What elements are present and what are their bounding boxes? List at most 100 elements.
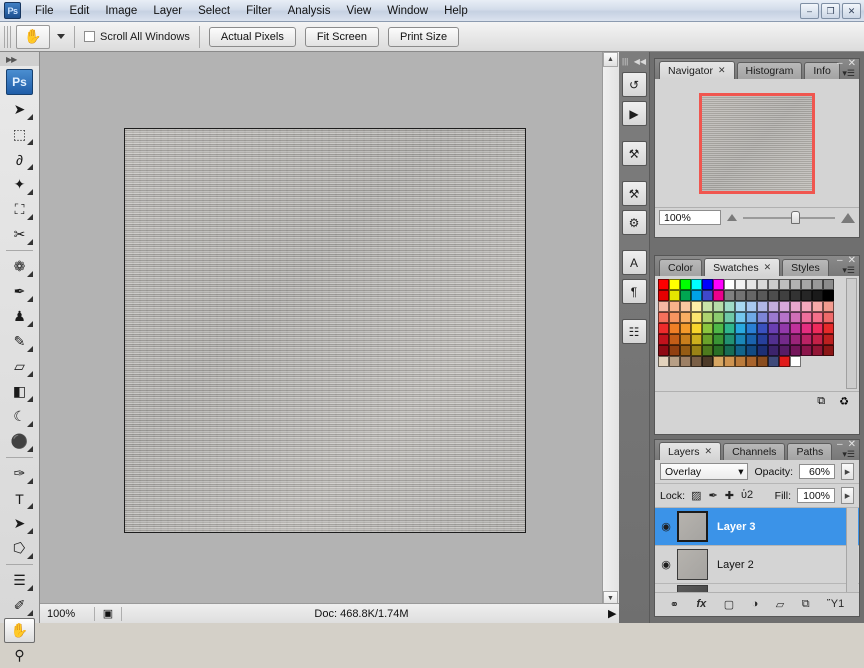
toolbox-collapse-header[interactable]: ▶▶	[0, 52, 39, 66]
swatch-cell[interactable]	[669, 356, 680, 367]
print-size-button[interactable]: Print Size	[387, 26, 460, 47]
swatch-cell[interactable]	[801, 290, 812, 301]
swatch-cell[interactable]	[724, 323, 735, 334]
swatch-cell[interactable]	[735, 356, 746, 367]
layers-tab-layers[interactable]: Layers ✕	[659, 442, 722, 460]
layer-row[interactable]: ◉ Layer 3	[655, 508, 859, 546]
adjustment-layer-button[interactable]: ◑	[752, 598, 759, 610]
swatch-cell[interactable]	[801, 301, 812, 312]
submenu-triangle-icon[interactable]	[27, 114, 33, 120]
swatch-cell[interactable]	[746, 334, 757, 345]
swatches-tab-swatches[interactable]: Swatches ✕	[704, 258, 781, 276]
swatch-cell[interactable]	[735, 323, 746, 334]
swatch-cell[interactable]	[724, 312, 735, 323]
healing-brush-tool[interactable]: ❁	[4, 254, 35, 279]
swatch-cell[interactable]	[812, 301, 823, 312]
swatch-cell[interactable]	[757, 323, 768, 334]
zoom-out-icon[interactable]	[727, 214, 737, 221]
submenu-triangle-icon[interactable]	[27, 239, 33, 245]
swatch-cell[interactable]	[801, 323, 812, 334]
swatch-cell[interactable]	[680, 279, 691, 290]
swatch-cell[interactable]	[746, 279, 757, 290]
fill-input[interactable]: 100%	[797, 488, 835, 503]
eraser-tool[interactable]: ▱	[4, 354, 35, 379]
checkbox-box[interactable]	[84, 31, 95, 42]
swatches-panel-menu-icon[interactable]: ▾☰	[842, 265, 855, 276]
swatch-cell[interactable]	[680, 312, 691, 323]
menu-select[interactable]: Select	[190, 2, 238, 20]
swatch-cell[interactable]	[691, 279, 702, 290]
navigator-zoom-slider[interactable]	[743, 210, 835, 224]
clone-stamp-tool[interactable]: ♟	[4, 304, 35, 329]
close-tab-icon[interactable]: ✕	[764, 262, 772, 273]
status-zoom-level[interactable]: 100%	[40, 604, 94, 623]
swatch-cell[interactable]	[790, 334, 801, 345]
swatch-cell[interactable]	[757, 312, 768, 323]
swatch-cell[interactable]	[702, 323, 713, 334]
swatch-cell[interactable]	[713, 301, 724, 312]
submenu-triangle-icon[interactable]	[27, 371, 33, 377]
swatch-cell[interactable]	[823, 290, 834, 301]
slice-tool[interactable]: ✂	[4, 222, 35, 247]
swatch-cell[interactable]	[768, 356, 779, 367]
swatch-cell[interactable]	[702, 290, 713, 301]
swatch-cell[interactable]	[713, 334, 724, 345]
menu-filter[interactable]: Filter	[238, 2, 280, 20]
notes-tool[interactable]: ☰	[4, 568, 35, 593]
lock-position-icon[interactable]: ✚	[725, 489, 734, 502]
expand-panels-icon[interactable]: ◀◀	[634, 57, 646, 66]
swatch-cell[interactable]	[669, 334, 680, 345]
swatch-cell[interactable]	[801, 312, 812, 323]
swatch-cell[interactable]	[779, 345, 790, 356]
swatch-cell[interactable]	[790, 323, 801, 334]
swatch-cell[interactable]	[779, 356, 790, 367]
swatch-cell[interactable]	[790, 279, 801, 290]
swatch-cell[interactable]	[768, 323, 779, 334]
submenu-triangle-icon[interactable]	[27, 396, 33, 402]
swatch-cell[interactable]	[746, 323, 757, 334]
menu-analysis[interactable]: Analysis	[280, 2, 339, 20]
submenu-triangle-icon[interactable]	[27, 585, 33, 591]
swatch-cell[interactable]	[757, 279, 768, 290]
swatches-tab-styles[interactable]: Styles	[782, 259, 829, 276]
swatch-cell[interactable]	[768, 334, 779, 345]
gradient-tool[interactable]: ◧	[4, 379, 35, 404]
delete-layer-button[interactable]: Ὕ1	[827, 598, 844, 610]
minimize-button[interactable]: –	[800, 3, 819, 19]
blend-mode-dropdown[interactable]: Overlay ▾	[660, 463, 749, 480]
swatch-cell[interactable]	[658, 279, 669, 290]
panel-strip-header[interactable]: ||| ◀◀	[619, 54, 649, 68]
fit-screen-button[interactable]: Fit Screen	[304, 26, 379, 47]
swatch-cell[interactable]	[812, 279, 823, 290]
opacity-slider-button[interactable]: ▶	[841, 463, 854, 480]
chevron-down-icon[interactable]	[57, 34, 65, 39]
menu-window[interactable]: Window	[379, 2, 436, 20]
actual-pixels-button[interactable]: Actual Pixels	[208, 26, 296, 47]
history-brush-tool[interactable]: ✎	[4, 329, 35, 354]
swatch-cell[interactable]	[680, 356, 691, 367]
swatch-cell[interactable]	[746, 301, 757, 312]
new-group-button[interactable]: ▱	[776, 598, 784, 611]
menu-image[interactable]: Image	[97, 2, 145, 20]
submenu-triangle-icon[interactable]	[27, 610, 33, 616]
swatch-cell[interactable]	[823, 301, 834, 312]
swatch-cell[interactable]	[757, 334, 768, 345]
swatch-cell[interactable]	[790, 312, 801, 323]
fill-slider-button[interactable]: ▶	[841, 487, 854, 504]
swatch-cell[interactable]	[724, 356, 735, 367]
swatch-cell[interactable]	[702, 356, 713, 367]
swatch-cell[interactable]	[680, 290, 691, 301]
new-swatch-button[interactable]: ⧉	[817, 395, 825, 408]
swatch-cell[interactable]	[779, 312, 790, 323]
swatch-cell[interactable]	[691, 312, 702, 323]
swatch-cell[interactable]	[735, 301, 746, 312]
swatch-cell[interactable]	[702, 279, 713, 290]
submenu-triangle-icon[interactable]	[27, 296, 33, 302]
swatch-cell[interactable]	[658, 301, 669, 312]
swatch-cell[interactable]	[724, 334, 735, 345]
navigator-preview-area[interactable]	[655, 79, 859, 207]
eyedropper-tool[interactable]: ✐	[4, 593, 35, 618]
swatch-cell[interactable]	[746, 312, 757, 323]
shape-tool[interactable]: ⭔	[4, 536, 35, 561]
submenu-triangle-icon[interactable]	[27, 164, 33, 170]
